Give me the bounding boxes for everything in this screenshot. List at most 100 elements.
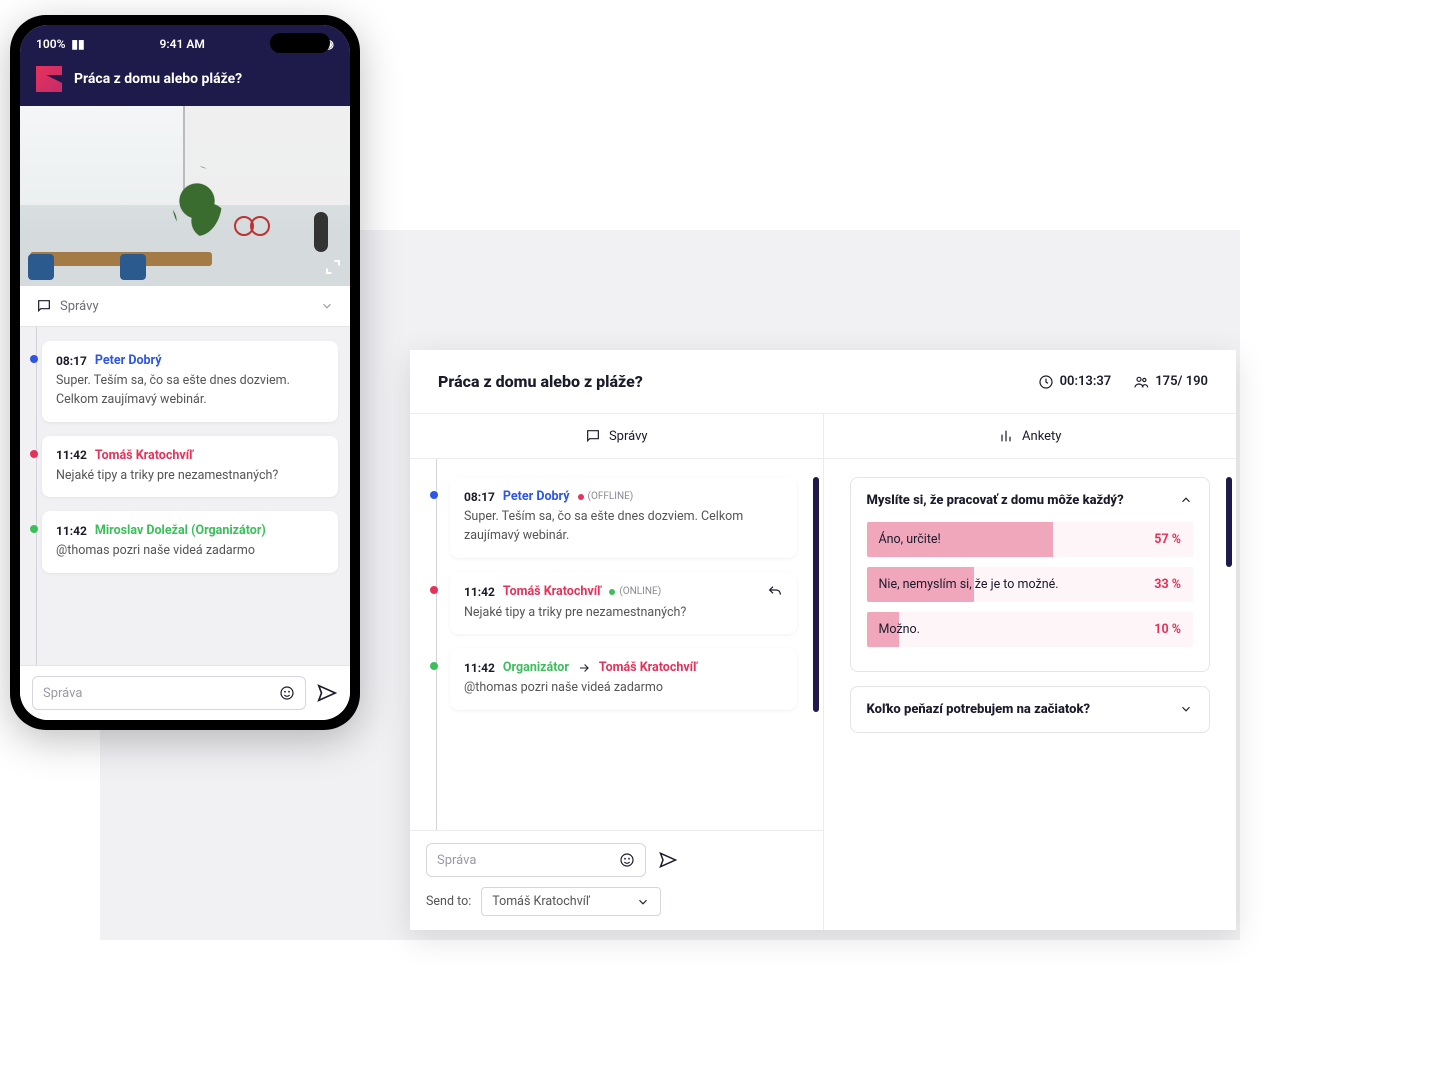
message-card[interactable]: 11:42 Miroslav Doležal (Organizátor) @th… (42, 511, 338, 573)
compose-input[interactable]: Správa (426, 843, 646, 877)
chat-icon (585, 428, 601, 444)
attendance-counter: 175/ 190 (1133, 374, 1208, 390)
battery-indicator: 100% (36, 37, 65, 51)
message-time: 11:42 (464, 585, 495, 599)
poll-option-percent: 10 % (1154, 622, 1181, 637)
arrow-right-icon (577, 661, 591, 675)
chevron-up-icon[interactable] (1179, 492, 1193, 506)
message-body: Nejaké tipy a triky pre nezamestnaných? (464, 604, 783, 623)
bar-chart-icon (998, 428, 1014, 444)
battery-icon: ▮▮ (71, 37, 84, 51)
poll-option[interactable]: Nie, nemyslím si, že je to možné. 33 % (867, 567, 1194, 602)
desktop-polls-column: Myslíte si, že pracovať z domu môže každ… (824, 459, 1237, 930)
expand-video-icon[interactable] (324, 258, 342, 280)
desktop-chat-list[interactable]: 08:17 Peter Dobrý (OFFLINE) Super. Teším… (410, 459, 823, 830)
message-time: 08:17 (56, 354, 87, 368)
session-timer: 00:13:37 (1038, 374, 1112, 390)
tab-polls-label: Ankety (1022, 429, 1061, 444)
message-author: Peter Dobrý (95, 353, 162, 368)
status-dot (30, 450, 38, 458)
compose-placeholder: Správa (43, 686, 82, 701)
status-dot (430, 586, 438, 594)
poll-option-percent: 33 % (1154, 577, 1181, 592)
desktop-page-title: Práca z domu alebo z pláže? (438, 372, 643, 391)
scrollbar-thumb[interactable] (1226, 477, 1232, 567)
phone-chat-list[interactable]: 08:17 Peter Dobrý Super. Teším sa, čo sa… (20, 327, 350, 665)
poll-option[interactable]: Možno. 10 % (867, 612, 1194, 647)
tab-polls[interactable]: Ankety (824, 414, 1237, 458)
message-author: Miroslav Doležal (Organizátor) (95, 523, 266, 538)
message-body: Super. Teším sa, čo sa ešte dnes dozviem… (464, 508, 783, 546)
send-to-label: Send to: (426, 894, 471, 909)
status-dot (430, 491, 438, 499)
send-to-value: Tomáš Kratochvíľ (492, 894, 590, 909)
chat-icon (36, 298, 52, 314)
chevron-down-icon[interactable] (1179, 701, 1193, 715)
message-body: @thomas pozri naše videá zadarmo (56, 542, 324, 561)
message-time: 11:42 (56, 524, 87, 538)
section-header-messages[interactable]: Správy (20, 286, 350, 327)
scrollbar-thumb[interactable] (813, 477, 819, 712)
message-card[interactable]: 11:42 Organizátor Tomáš Kratochvíľ @thom… (450, 648, 797, 710)
message-time: 11:42 (56, 448, 87, 462)
message-author: Tomáš Kratochvíľ (95, 448, 193, 463)
section-label: Správy (60, 299, 99, 314)
desktop-compose-bar: Správa Send to: Tomáš Kratochvíľ (410, 830, 823, 930)
send-to-select[interactable]: Tomáš Kratochvíľ (481, 887, 661, 916)
emoji-icon[interactable] (279, 685, 295, 701)
timeline-line (436, 459, 437, 830)
message-body: Nejaké tipy a triky pre nezamestnaných? (56, 467, 324, 486)
phone-page-title: Práca z domu alebo pláže? (74, 71, 242, 87)
app-logo (36, 66, 62, 92)
chevron-down-icon (636, 895, 650, 909)
compose-placeholder: Správa (437, 853, 476, 868)
desktop-panel: Práca z domu alebo z pláže? 00:13:37 175… (410, 350, 1236, 930)
tab-messages[interactable]: Správy (410, 414, 824, 458)
chevron-down-icon[interactable] (320, 299, 334, 313)
timer-value: 00:13:37 (1060, 374, 1112, 389)
message-author: Peter Dobrý (503, 489, 570, 504)
message-card[interactable]: 11:42 Tomáš Kratochvíľ Nejaké tipy a tri… (42, 436, 338, 498)
poll-option-label: Nie, nemyslím si, že je to možné. (879, 577, 1059, 592)
compose-input[interactable]: Správa (32, 676, 306, 710)
timeline-line (36, 327, 37, 665)
message-author: Organizátor (503, 660, 569, 675)
message-body: @thomas pozri naše videá zadarmo (464, 679, 783, 698)
desktop-polls-list[interactable]: Myslíte si, že pracovať z domu môže každ… (824, 459, 1237, 930)
presence-status: (ONLINE) (609, 586, 661, 597)
desktop-header: Práca z domu alebo z pláže? 00:13:37 175… (410, 350, 1236, 414)
desktop-tabs: Správy Ankety (410, 414, 1236, 459)
status-dot (30, 355, 38, 363)
message-body: Super. Teším sa, čo sa ešte dnes dozviem… (56, 372, 324, 410)
message-recipient: Tomáš Kratochvíľ (599, 660, 697, 675)
phone-screen: 100% ▮▮ 9:41 AM ▮▮▮ ⦿ ◉ Práca z domu ale… (20, 25, 350, 720)
video-thumbnail-scene (20, 106, 350, 286)
message-card[interactable]: 11:42 Tomáš Kratochvíľ (ONLINE) Nejaké t… (450, 572, 797, 635)
send-icon[interactable] (316, 682, 338, 704)
presence-status: (OFFLINE) (578, 491, 634, 502)
message-card[interactable]: 08:17 Peter Dobrý (OFFLINE) Super. Teším… (450, 477, 797, 558)
reply-icon[interactable] (767, 584, 783, 600)
phone-video-preview[interactable] (20, 106, 350, 286)
poll-options: Áno, určite! 57 % Nie, nemyslím si, že j… (867, 522, 1194, 647)
message-author: Tomáš Kratochvíľ (503, 584, 601, 599)
people-icon (1133, 374, 1149, 390)
message-card[interactable]: 08:17 Peter Dobrý Super. Teším sa, čo sa… (42, 341, 338, 422)
poll-option-percent: 57 % (1154, 532, 1181, 547)
message-time: 11:42 (464, 661, 495, 675)
poll-option[interactable]: Áno, určite! 57 % (867, 522, 1194, 557)
send-icon[interactable] (658, 850, 678, 870)
poll-option-label: Možno. (879, 622, 920, 637)
status-time: 9:41 AM (160, 37, 205, 51)
attendance-value: 175/ 190 (1155, 374, 1208, 389)
emoji-icon[interactable] (619, 852, 635, 868)
phone-camera-pill (270, 33, 330, 53)
poll-card[interactable]: Koľko peňazí potrebujem na začiatok? (850, 686, 1211, 734)
poll-card[interactable]: Myslíte si, že pracovať z domu môže každ… (850, 477, 1211, 672)
desktop-chat-column: 08:17 Peter Dobrý (OFFLINE) Super. Teším… (410, 459, 824, 930)
poll-question: Koľko peňazí potrebujem na začiatok? (867, 701, 1091, 719)
poll-question: Myslíte si, že pracovať z domu môže každ… (867, 492, 1124, 510)
poll-option-label: Áno, určite! (879, 532, 941, 547)
phone-compose-bar: Správa (20, 665, 350, 720)
tab-messages-label: Správy (609, 429, 648, 444)
